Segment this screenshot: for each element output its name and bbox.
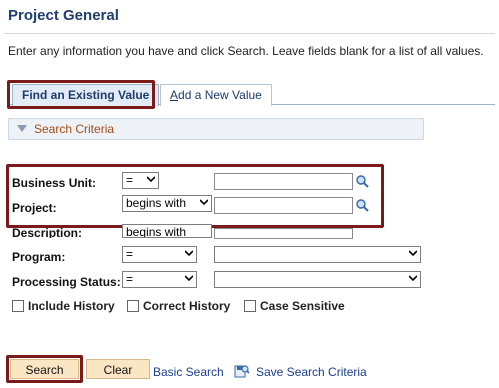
chevron-down-icon [409,250,417,257]
page-title: Project General [8,7,119,24]
title-divider [4,33,495,34]
program-operator-select[interactable]: = [122,246,197,263]
program-operator-value: = [126,247,134,261]
search-criteria-label[interactable]: Search Criteria [34,122,114,136]
chevron-down-icon [185,250,193,257]
include-history-checkbox[interactable] [12,300,24,312]
tab-add-new-value[interactable]: Add a New Value [160,84,272,106]
correct-history-checkbox[interactable] [127,300,139,312]
tab-add-label: dd a New Value [178,88,262,102]
save-search-icon[interactable] [234,363,250,379]
processing-status-operator-select[interactable]: = [122,271,197,288]
tab-add-accesskey: A [170,88,179,102]
save-search-criteria-link[interactable]: Save Search Criteria [256,365,367,379]
include-history-label: Include History [28,299,115,313]
processing-status-value-select[interactable] [214,271,421,288]
correct-history-label: Correct History [143,299,231,313]
collapse-triangle-icon[interactable] [17,125,27,132]
processing-status-label: Processing Status: [12,275,121,289]
tab-highlight-box [7,80,155,109]
basic-search-link[interactable]: Basic Search [153,365,224,379]
search-highlight-box [6,355,83,383]
search-instructions: Enter any information you have and click… [8,44,484,58]
description-label: Description: [12,226,83,238]
chevron-down-icon [185,275,193,282]
program-value-select[interactable] [214,246,421,263]
case-sensitive-label: Case Sensitive [260,299,345,313]
processing-status-operator-value: = [126,272,134,286]
case-sensitive-checkbox[interactable] [244,300,256,312]
description-input[interactable] [214,228,353,239]
description-operator-select[interactable]: begins with [122,224,212,238]
program-label: Program: [12,250,66,264]
clear-button[interactable]: Clear [86,359,150,379]
fields-highlight-box [6,164,384,228]
description-operator-value: begins with [126,225,187,238]
chevron-down-icon [409,275,417,282]
